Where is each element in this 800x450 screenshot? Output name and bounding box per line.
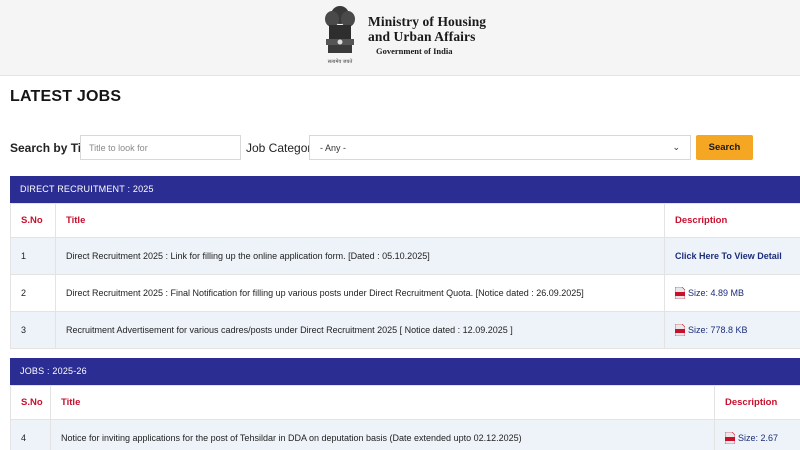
file-size: Size: 778.8 KB	[688, 325, 748, 335]
file-size: Size: 2.67	[738, 433, 779, 443]
view-detail-link[interactable]: Click Here To View Detail	[675, 251, 782, 261]
row-sno: 1	[10, 237, 56, 275]
row-title: Direct Recruitment 2025 : Final Notifica…	[55, 274, 665, 312]
section-direct-recruitment: DIRECT RECRUITMENT : 2025 S.No Title Des…	[10, 176, 800, 349]
table-row: 3 Recruitment Advertisement for various …	[10, 311, 800, 349]
row-sno: 2	[10, 274, 56, 312]
column-header-sno: S.No	[10, 385, 51, 420]
row-description: Size: 778.8 KB	[664, 311, 800, 349]
ministry-line-2: and Urban Affairs	[368, 29, 476, 44]
column-header-title: Title	[50, 385, 715, 420]
column-header-title: Title	[55, 203, 665, 238]
column-header-sno: S.No	[10, 203, 56, 238]
table-row: 1 Direct Recruitment 2025 : Link for fil…	[10, 237, 800, 275]
ministry-line-1: Ministry of Housing	[368, 14, 487, 29]
column-header-description: Description	[664, 203, 800, 238]
pdf-icon	[675, 287, 685, 299]
row-sno: 3	[10, 311, 56, 349]
row-description: Size: 4.89 MB	[664, 274, 800, 312]
job-category-label: Job Category	[246, 141, 318, 155]
table-header-row: S.No Title Description	[10, 203, 800, 238]
chevron-down-icon: ⌄	[672, 142, 680, 152]
section-jobs-2025-26: JOBS : 2025-26 S.No Title Description 4 …	[10, 358, 800, 450]
jobs-table: S.No Title Description 4 Notice for invi…	[10, 385, 800, 450]
column-header-description: Description	[714, 385, 800, 420]
search-title-input[interactable]	[80, 135, 241, 160]
pdf-icon	[725, 432, 735, 444]
table-header-row: S.No Title Description	[10, 385, 800, 420]
emblem-caption: सत्यमेव जयते	[328, 58, 353, 65]
row-description: Click Here To View Detail	[664, 237, 800, 275]
file-size: Size: 4.89 MB	[688, 288, 745, 298]
section-header: JOBS : 2025-26	[10, 358, 800, 385]
section-header: DIRECT RECRUITMENT : 2025	[10, 176, 800, 203]
row-title: Recruitment Advertisement for various ca…	[55, 311, 665, 349]
job-category-select[interactable]: - Any - ⌄	[309, 135, 691, 160]
ministry-name: Ministry of Housing and Urban Affairs Go…	[368, 14, 486, 56]
national-emblem-icon: सत्यमेव जयते	[325, 6, 355, 65]
row-sno: 4	[10, 419, 51, 450]
site-header: सत्यमेव जयते Ministry of Housing and Urb…	[0, 0, 800, 76]
page-title: LATEST JOBS	[10, 88, 122, 105]
pdf-download-link[interactable]: Size: 778.8 KB	[675, 324, 800, 336]
pdf-download-link[interactable]: Size: 2.67	[725, 432, 800, 444]
search-button[interactable]: Search	[696, 135, 753, 160]
row-description: Size: 2.67	[714, 419, 800, 450]
pdf-icon	[675, 324, 685, 336]
table-row: 4 Notice for inviting applications for t…	[10, 419, 800, 450]
jobs-table: S.No Title Description 1 Direct Recruitm…	[10, 203, 800, 349]
table-row: 2 Direct Recruitment 2025 : Final Notifi…	[10, 274, 800, 312]
government-label: Government of India	[376, 46, 453, 56]
pdf-download-link[interactable]: Size: 4.89 MB	[675, 287, 800, 299]
job-category-value: - Any -	[320, 142, 347, 153]
row-title: Notice for inviting applications for the…	[50, 419, 715, 450]
row-title: Direct Recruitment 2025 : Link for filli…	[55, 237, 665, 275]
